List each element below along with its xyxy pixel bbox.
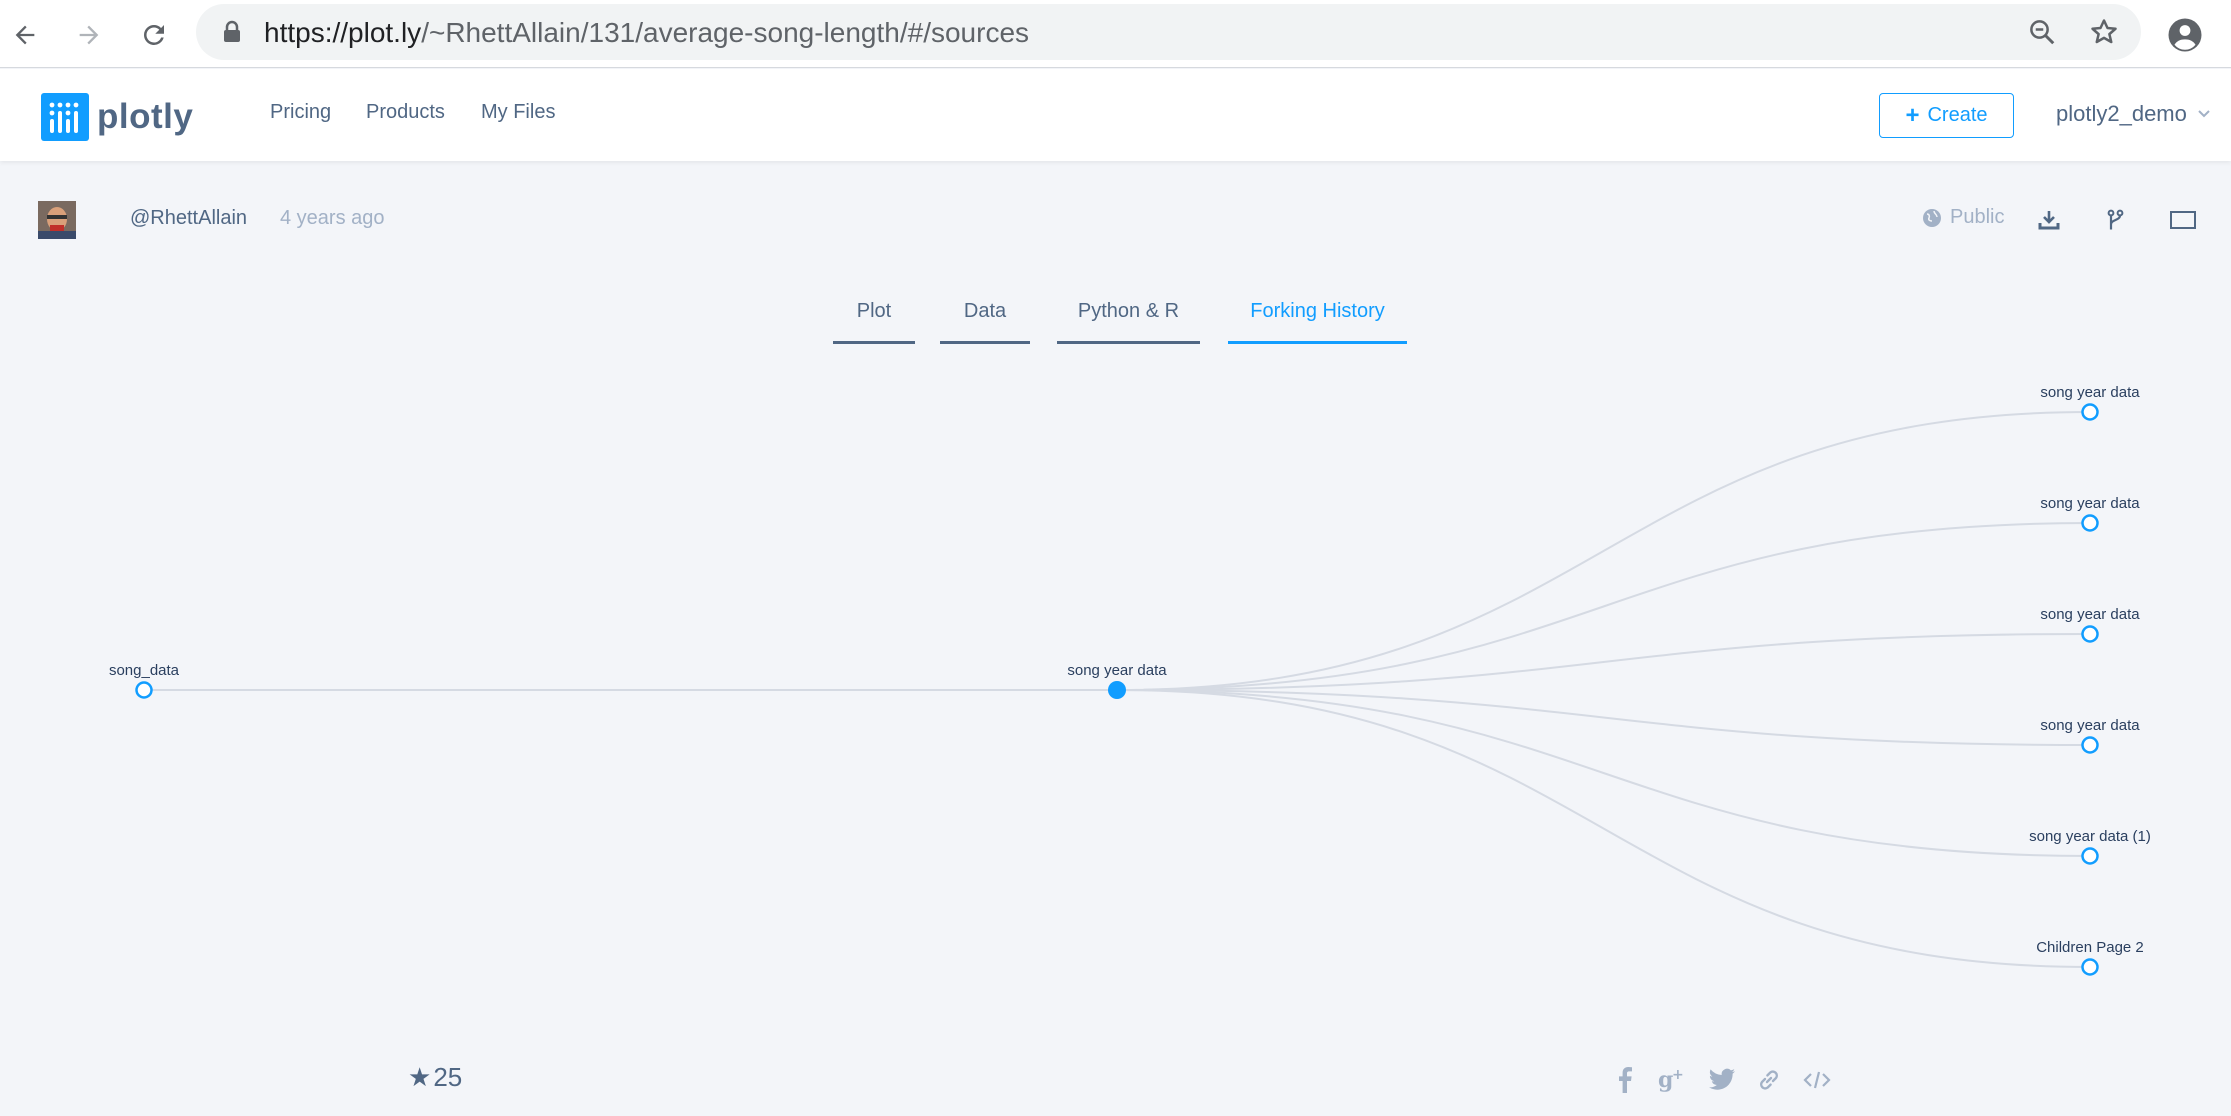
author-name[interactable]: @RhettAllain <box>130 207 247 230</box>
tab-plot[interactable]: Plot <box>833 300 915 344</box>
tree-node-root[interactable] <box>135 681 153 699</box>
tree-edge <box>1116 522 2091 691</box>
nav-pricing[interactable]: Pricing <box>270 101 331 124</box>
tree-edge <box>1116 689 2091 968</box>
nav-my-files[interactable]: My Files <box>481 101 555 124</box>
tree-node-child-label: Children Page 2 <box>2036 939 2144 956</box>
fullscreen-icon <box>2170 211 2196 229</box>
download-button[interactable] <box>2033 204 2065 236</box>
profile-button[interactable] <box>2162 12 2208 58</box>
browser-toolbar: https://plot.ly/~RhettAllain/131/average… <box>0 0 2231 68</box>
forking-tree: song_data song year datasong year datason… <box>109 384 2151 976</box>
visibility-label: Public <box>1950 206 2005 228</box>
tab-data[interactable]: Data <box>940 300 1030 344</box>
globe-icon <box>1923 208 1941 227</box>
tree-node-child-label: song year data <box>2040 495 2140 512</box>
tree-node-child-label: song year data <box>2040 384 2140 401</box>
star-count-value: 25 <box>433 1062 463 1092</box>
embed-code-icon[interactable] <box>1801 1064 1833 1096</box>
author-avatar[interactable] <box>38 201 76 239</box>
tree-node-child-label: song year data <box>2040 717 2140 734</box>
facebook-icon[interactable] <box>1609 1064 1641 1096</box>
tree-node-child[interactable] <box>2081 403 2099 421</box>
star-count[interactable]: ★ 25 <box>408 1062 462 1093</box>
logo-text: plotly <box>97 97 194 136</box>
reload-button[interactable] <box>131 12 177 58</box>
username: plotly2_demo <box>2056 101 2187 126</box>
reload-icon <box>144 25 164 45</box>
star-icon: ★ <box>408 1062 432 1092</box>
arrow-right-icon <box>79 25 99 45</box>
tree-node-current[interactable] <box>1108 681 1126 699</box>
back-button[interactable] <box>2 12 48 58</box>
tree-node-child[interactable] <box>2081 847 2099 865</box>
url-text[interactable]: https://plot.ly/~RhettAllain/131/average… <box>264 17 1029 49</box>
arrow-left-icon <box>15 25 35 45</box>
create-label: Create <box>1927 104 1988 126</box>
tree-node-child-label: song year data <box>2040 606 2140 623</box>
forward-button[interactable] <box>66 12 112 58</box>
zoom-icon[interactable] <box>2024 14 2060 50</box>
tab-python-r[interactable]: Python & R <box>1057 300 1200 344</box>
address-bar[interactable]: https://plot.ly/~RhettAllain/131/average… <box>196 4 2141 60</box>
twitter-icon[interactable] <box>1706 1064 1738 1096</box>
account-circle-icon <box>2168 18 2202 52</box>
google-plus-icon[interactable]: g + <box>1657 1064 1689 1096</box>
timestamp: 4 years ago <box>280 207 385 229</box>
create-button[interactable]: + Create <box>1879 93 2014 138</box>
tree-node-current-label: song year data <box>1067 662 1167 679</box>
tree-nodes: song_data song year datasong year datason… <box>109 384 2151 976</box>
logo-icon <box>41 93 89 141</box>
lock-icon <box>224 20 240 42</box>
tree-node-child[interactable] <box>2081 958 2099 976</box>
fork-icon <box>2107 209 2124 230</box>
bookmark-star-icon[interactable] <box>2086 14 2122 50</box>
tree-node-child-label: song year data (1) <box>2029 828 2151 845</box>
tab-forking-history[interactable]: Forking History <box>1228 300 1407 344</box>
plotly-logo[interactable]: plotly <box>41 93 193 141</box>
user-menu[interactable]: plotly2_demo <box>2056 101 2211 127</box>
visibility-status: Public <box>1922 206 2004 229</box>
tree-edge <box>1116 411 2091 691</box>
link-icon[interactable] <box>1753 1064 1785 1096</box>
site-header: plotly Pricing Products My Files + Creat… <box>0 69 2231 161</box>
tree-node-child[interactable] <box>2081 514 2099 532</box>
fork-button[interactable] <box>2099 204 2131 236</box>
plus-icon: + <box>1905 101 1920 129</box>
download-icon <box>2038 211 2060 230</box>
chevron-down-icon <box>2198 110 2210 118</box>
tree-node-child[interactable] <box>2081 736 2099 754</box>
fullscreen-button[interactable] <box>2167 204 2199 236</box>
nav-products[interactable]: Products <box>366 101 445 124</box>
tree-edge <box>1116 633 2091 691</box>
tree-edge <box>1116 689 2091 857</box>
tree-node-child[interactable] <box>2081 625 2099 643</box>
tree-edge <box>1116 689 2091 746</box>
tree-node-root-label: song_data <box>109 662 180 679</box>
svg-text:+: + <box>1672 1067 1684 1083</box>
